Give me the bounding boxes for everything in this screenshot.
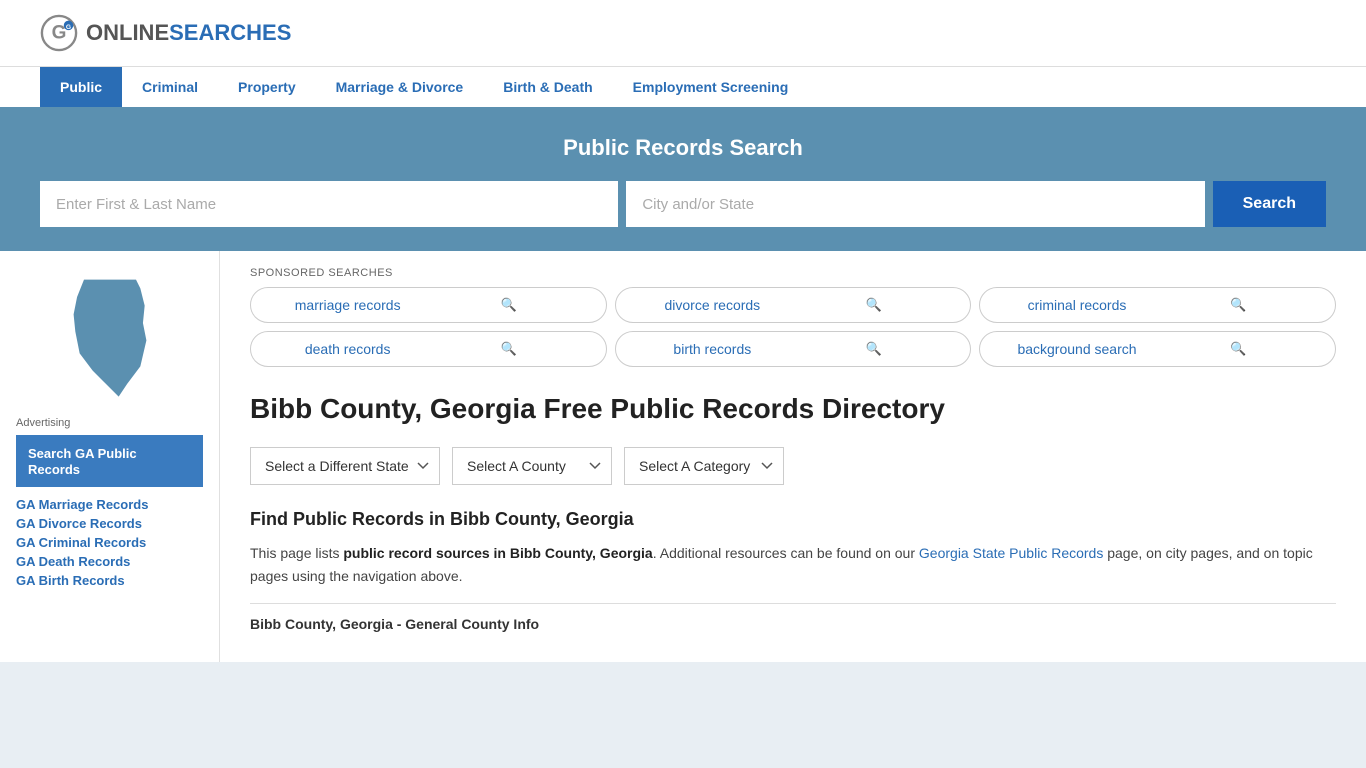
nav-item-marriage[interactable]: Marriage & Divorce [316, 67, 484, 107]
sponsored-item-background[interactable]: background search 🔍 [979, 331, 1336, 367]
body-text-2: . Additional resources can be found on o… [653, 545, 919, 561]
name-input[interactable] [40, 181, 618, 227]
header: G G ONLINESEARCHES [0, 0, 1366, 66]
nav-link-birth[interactable]: Birth & Death [483, 67, 612, 107]
body-text-1: This page lists [250, 545, 343, 561]
find-heading: Find Public Records in Bibb County, Geor… [250, 509, 1336, 530]
sidebar-ad-label: Advertising [16, 417, 203, 429]
sidebar-ad-block[interactable]: Search GA Public Records [16, 435, 203, 487]
state-dropdown[interactable]: Select a Different State [250, 447, 440, 485]
sponsored-item-death[interactable]: death records 🔍 [250, 331, 607, 367]
sponsored-label-divorce: divorce records [632, 297, 793, 313]
location-input[interactable] [626, 181, 1204, 227]
georgia-map [55, 271, 165, 401]
nav-item-criminal[interactable]: Criminal [122, 67, 218, 107]
search-icon-birth: 🔍 [793, 341, 954, 357]
logo-online: ONLINE [86, 20, 169, 45]
nav-link-public[interactable]: Public [40, 67, 122, 107]
sponsored-label-marriage: marriage records [267, 297, 428, 313]
nav-link-criminal[interactable]: Criminal [122, 67, 218, 107]
category-dropdown[interactable]: Select A Category [624, 447, 784, 485]
sidebar-link-marriage[interactable]: GA Marriage Records [16, 497, 203, 512]
sponsored-label-background: background search [996, 341, 1157, 357]
sponsored-label-birth: birth records [632, 341, 793, 357]
dropdowns-row: Select a Different State Select A County… [250, 447, 1336, 485]
nav-item-employment[interactable]: Employment Screening [613, 67, 809, 107]
county-dropdown[interactable]: Select A County [452, 447, 612, 485]
nav-item-birth[interactable]: Birth & Death [483, 67, 612, 107]
sponsored-item-divorce[interactable]: divorce records 🔍 [615, 287, 972, 323]
sidebar-ad-link[interactable]: Search GA Public Records [28, 446, 137, 477]
search-icon-criminal: 🔍 [1158, 297, 1319, 313]
sponsored-label-criminal: criminal records [996, 297, 1157, 313]
sponsored-item-criminal[interactable]: criminal records 🔍 [979, 287, 1336, 323]
sponsored-label-death: death records [267, 341, 428, 357]
logo-icon: G G [40, 14, 78, 52]
sidebar: Advertising Search GA Public Records GA … [0, 251, 220, 662]
search-icon-marriage: 🔍 [428, 297, 589, 313]
county-info-heading: Bibb County, Georgia - General County In… [250, 616, 1336, 632]
search-form: Search [40, 181, 1326, 227]
sponsored-label: SPONSORED SEARCHES [250, 267, 1336, 279]
sponsored-item-birth[interactable]: birth records 🔍 [615, 331, 972, 367]
search-banner: Public Records Search Search [0, 107, 1366, 251]
svg-text:G: G [66, 24, 71, 31]
content-area: SPONSORED SEARCHES marriage records 🔍 di… [220, 251, 1366, 662]
sidebar-link-criminal[interactable]: GA Criminal Records [16, 535, 203, 550]
main-nav: Public Criminal Property Marriage & Divo… [0, 66, 1366, 107]
nav-link-employment[interactable]: Employment Screening [613, 67, 809, 107]
logo: G G ONLINESEARCHES [40, 14, 291, 52]
sidebar-link-death[interactable]: GA Death Records [16, 554, 203, 569]
divider [250, 603, 1336, 604]
georgia-state-link[interactable]: Georgia State Public Records [919, 545, 1103, 561]
nav-link-property[interactable]: Property [218, 67, 316, 107]
body-text-bold: public record sources in Bibb County, Ge… [343, 545, 652, 561]
nav-link-marriage[interactable]: Marriage & Divorce [316, 67, 484, 107]
logo-searches: SEARCHES [169, 20, 291, 45]
main-container: Advertising Search GA Public Records GA … [0, 251, 1366, 662]
sidebar-links: GA Marriage Records GA Divorce Records G… [16, 497, 203, 588]
search-banner-title: Public Records Search [40, 135, 1326, 161]
logo-text: ONLINESEARCHES [86, 20, 291, 46]
search-button[interactable]: Search [1213, 181, 1326, 227]
sponsored-item-marriage[interactable]: marriage records 🔍 [250, 287, 607, 323]
page-title: Bibb County, Georgia Free Public Records… [250, 391, 1336, 427]
nav-item-property[interactable]: Property [218, 67, 316, 107]
search-icon-divorce: 🔍 [793, 297, 954, 313]
search-icon-background: 🔍 [1158, 341, 1319, 357]
sidebar-link-divorce[interactable]: GA Divorce Records [16, 516, 203, 531]
search-icon-death: 🔍 [428, 341, 589, 357]
nav-item-public[interactable]: Public [40, 67, 122, 107]
sponsored-grid: marriage records 🔍 divorce records 🔍 cri… [250, 287, 1336, 367]
body-text: This page lists public record sources in… [250, 542, 1336, 587]
sidebar-link-birth[interactable]: GA Birth Records [16, 573, 203, 588]
